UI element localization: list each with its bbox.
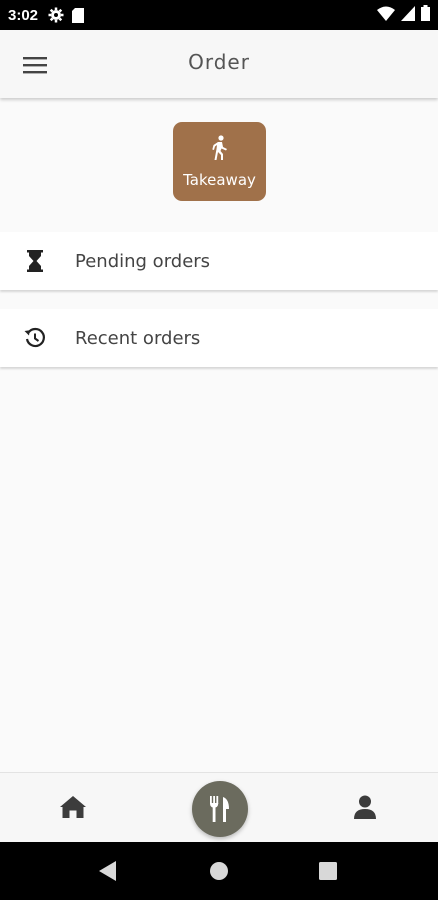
history-icon — [23, 326, 47, 350]
gear-icon — [48, 7, 64, 23]
walking-person-icon — [210, 134, 230, 165]
takeaway-button[interactable]: Takeaway — [173, 122, 266, 201]
user-icon[interactable] — [350, 793, 380, 821]
list-item-pending-orders[interactable]: Pending orders — [0, 232, 438, 290]
wifi-icon — [377, 6, 395, 25]
hourglass-icon — [23, 249, 47, 273]
home-icon[interactable] — [58, 793, 88, 821]
takeaway-label: Takeaway — [183, 170, 256, 189]
home-circle-icon[interactable] — [209, 861, 229, 885]
status-right-icons — [377, 5, 430, 25]
list-item-recent-orders[interactable]: Recent orders — [0, 309, 438, 367]
list-item-label: Recent orders — [75, 327, 201, 349]
back-icon[interactable] — [98, 860, 118, 886]
status-bar: 3:02 — [0, 0, 438, 30]
utensils-icon[interactable] — [192, 781, 248, 837]
battery-icon — [421, 5, 430, 25]
status-time: 3:02 — [8, 6, 39, 24]
bottom-navigation — [0, 772, 438, 842]
list-item-label: Pending orders — [75, 250, 211, 272]
signal-icon — [401, 5, 415, 25]
page-title: Order — [188, 50, 250, 74]
app-bar: Order — [0, 30, 438, 98]
sd-card-icon — [72, 7, 85, 23]
recents-square-icon[interactable] — [319, 862, 337, 884]
system-navigation-bar — [0, 842, 438, 900]
